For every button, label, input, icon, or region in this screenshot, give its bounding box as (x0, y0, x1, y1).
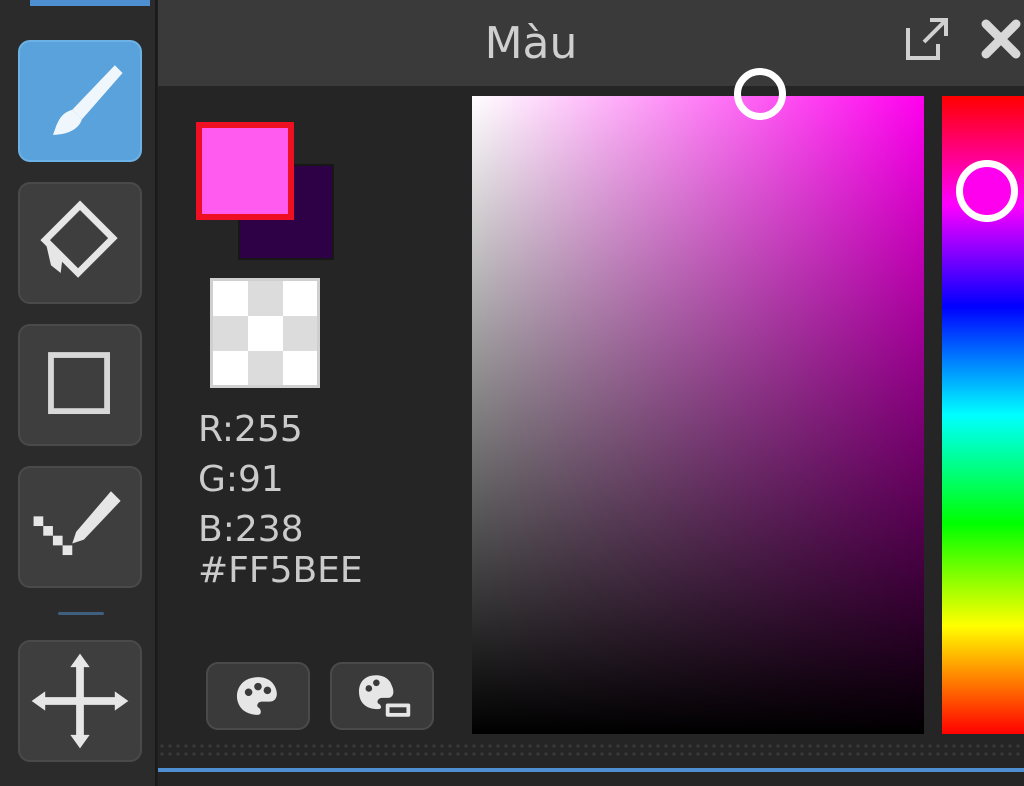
hue-handle[interactable] (956, 160, 1018, 222)
close-button[interactable] (976, 14, 1024, 64)
green-value: G:91 (198, 459, 284, 500)
transparent-color-swatch[interactable] (210, 278, 320, 388)
palette-settings-icon (358, 675, 411, 717)
palette-settings-button[interactable] (330, 662, 434, 730)
move-tool-button[interactable] (18, 640, 142, 762)
brush-tool-button[interactable] (18, 40, 142, 162)
palette-icon (236, 677, 277, 715)
resize-grip[interactable] (158, 742, 1024, 760)
brush-icon (52, 65, 123, 135)
hue-slider[interactable] (942, 96, 1024, 734)
panel-bottom-accent (158, 768, 1024, 772)
toolbar-separator (58, 612, 104, 615)
foreground-color-swatch[interactable] (196, 122, 294, 220)
color-panel: Màu R:255 G:91 B:238 #FF5BEE (158, 0, 1024, 786)
hex-value: #FF5BEE (198, 550, 363, 591)
saturation-value-picker[interactable] (472, 68, 924, 734)
panel-titlebar: Màu (158, 0, 1024, 86)
palette-button[interactable] (206, 662, 310, 730)
toolbar-accent-line (30, 0, 150, 6)
blue-value: B:238 (198, 509, 304, 550)
eraser-icon (40, 200, 118, 278)
saturation-value-handle[interactable] (734, 68, 786, 120)
close-icon (981, 19, 1021, 59)
rectangle-icon (48, 352, 110, 415)
rectangle-tool-button[interactable] (18, 324, 142, 446)
pixel-pencil-icon (33, 491, 121, 556)
red-value: R:255 (198, 409, 303, 450)
tool-toolbar (0, 0, 157, 786)
popout-button[interactable] (902, 14, 952, 64)
move-icon (31, 653, 129, 749)
popout-icon (906, 18, 948, 60)
panel-title: Màu (484, 18, 578, 69)
pixel-pencil-tool-button[interactable] (18, 466, 142, 588)
eraser-tool-button[interactable] (18, 182, 142, 304)
